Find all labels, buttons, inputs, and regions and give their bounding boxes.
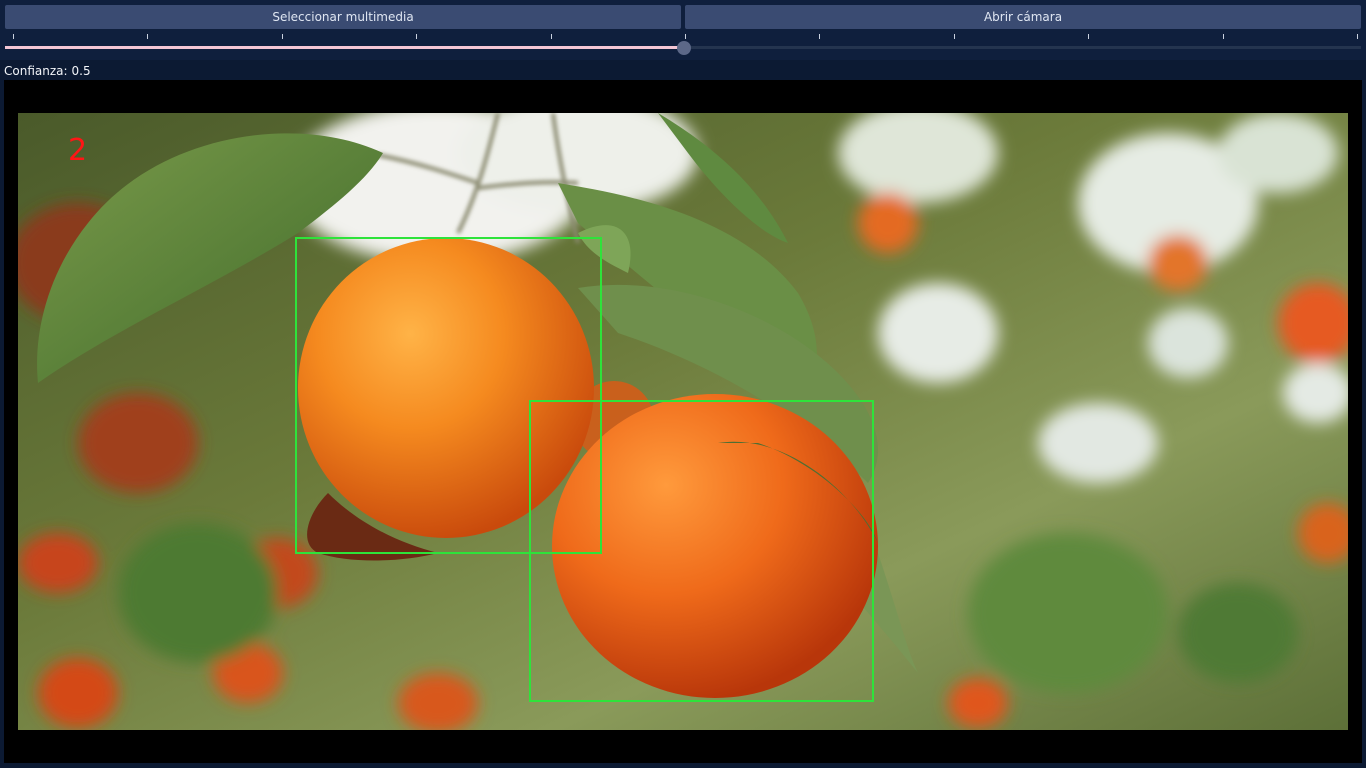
confidence-slider[interactable]: [5, 30, 1361, 56]
slider-tick: [282, 34, 283, 39]
confidence-value: 0.5: [71, 64, 91, 78]
detection-box: [529, 400, 874, 702]
slider-tick: [416, 34, 417, 39]
select-media-button[interactable]: Seleccionar multimedia: [5, 5, 681, 29]
slider-tick: [1088, 34, 1089, 39]
confidence-label: Confianza:: [4, 64, 68, 78]
media-viewer: 2: [4, 80, 1362, 763]
confidence-readout: Confianza: 0.5: [4, 63, 95, 79]
slider-tick: [551, 34, 552, 39]
slider-tick: [685, 34, 686, 39]
detection-image: 2: [18, 113, 1348, 730]
slider-thumb[interactable]: [676, 41, 691, 55]
slider-tick: [1357, 34, 1358, 39]
slider-tick: [1223, 34, 1224, 39]
detection-count: 2: [68, 133, 88, 168]
slider-tick: [819, 34, 820, 39]
top-toolbar: Seleccionar multimedia Abrir cámara: [0, 0, 1366, 60]
slider-tick: [147, 34, 148, 39]
slider-tick: [954, 34, 955, 39]
slider-track-fill: [5, 46, 684, 49]
open-camera-button[interactable]: Abrir cámara: [685, 5, 1361, 29]
slider-tick: [13, 34, 14, 39]
